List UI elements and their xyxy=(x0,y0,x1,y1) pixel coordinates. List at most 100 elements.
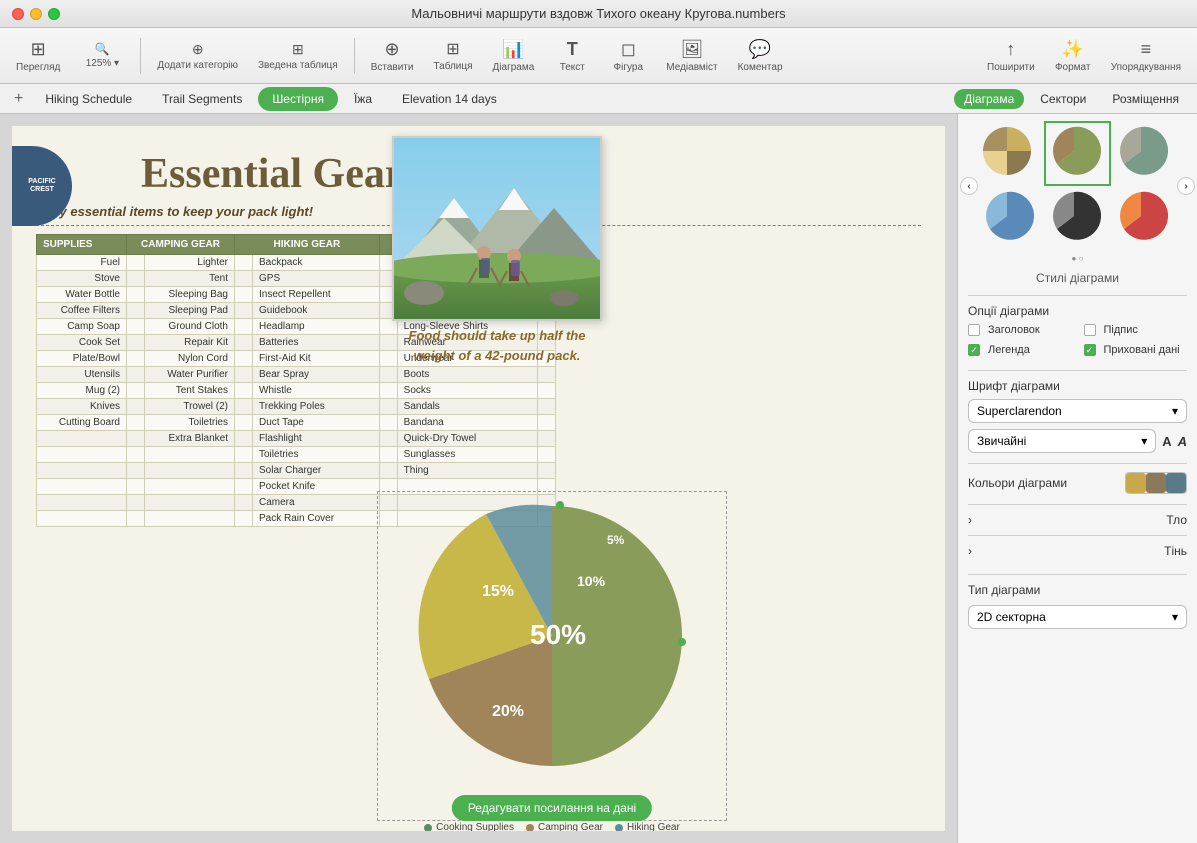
checkbox-cell[interactable] xyxy=(127,287,145,303)
checkbox-cell[interactable] xyxy=(235,399,253,415)
font-family-selector[interactable]: Superclarendon ▾ xyxy=(968,399,1187,423)
add-tab-button[interactable]: + xyxy=(8,90,29,108)
checkbox-cell[interactable] xyxy=(235,495,253,511)
checkbox-cell[interactable] xyxy=(127,335,145,351)
minimize-button[interactable] xyxy=(30,8,42,20)
checkbox-cell[interactable] xyxy=(235,351,253,367)
checkbox-cell[interactable] xyxy=(379,447,397,463)
toolbar-format[interactable]: ✨ Формат xyxy=(1047,35,1099,77)
color-swatches[interactable] xyxy=(1125,472,1187,494)
checkbox-cell[interactable] xyxy=(235,383,253,399)
checkbox-cell[interactable] xyxy=(127,511,145,527)
checkbox-cell[interactable] xyxy=(127,447,145,463)
checkbox-cell[interactable] xyxy=(127,463,145,479)
checkbox-cell[interactable] xyxy=(379,431,397,447)
checkbox-legend[interactable]: ✓ xyxy=(968,344,980,356)
color-swatch-3[interactable] xyxy=(1166,473,1186,493)
checkbox-cell[interactable] xyxy=(127,431,145,447)
toolbar-insert[interactable]: ⊕ Вставити xyxy=(363,35,422,77)
checkbox-cell[interactable] xyxy=(379,415,397,431)
checkbox-hidden-data[interactable]: ✓ xyxy=(1084,344,1096,356)
checkbox-cell[interactable] xyxy=(379,367,397,383)
checkbox-cell[interactable] xyxy=(235,511,253,527)
checkbox-cell[interactable] xyxy=(235,255,253,271)
shadow-header[interactable]: › Тінь xyxy=(968,544,1187,558)
tab-hiking-schedule[interactable]: Hiking Schedule xyxy=(31,87,146,111)
toolbar-view[interactable]: ⊞ Перегляд xyxy=(8,35,68,77)
nav-right-arrow[interactable]: › xyxy=(1177,177,1195,195)
checkbox-cell[interactable] xyxy=(538,447,556,463)
checkbox-cell[interactable] xyxy=(538,383,556,399)
tab-right-diagram[interactable]: Діаграма xyxy=(954,89,1024,109)
checkbox-cell[interactable] xyxy=(235,463,253,479)
toolbar-add-category[interactable]: ⊕ Додати категорію xyxy=(149,37,246,75)
checkbox-title[interactable] xyxy=(968,324,980,336)
chart-style-2[interactable] xyxy=(1047,124,1108,183)
checkbox-cell[interactable] xyxy=(235,431,253,447)
checkbox-cell[interactable] xyxy=(127,271,145,287)
checkbox-cell[interactable] xyxy=(127,255,145,271)
chart-style-3[interactable] xyxy=(1114,124,1175,183)
checkbox-cell[interactable] xyxy=(235,447,253,463)
chart-container[interactable]: 50% 20% 15% 10% 5% Редагувати посилання … xyxy=(377,491,727,821)
tab-right-placement[interactable]: Розміщення xyxy=(1102,89,1189,109)
close-button[interactable] xyxy=(12,8,24,20)
color-swatch-1[interactable] xyxy=(1126,473,1146,493)
checkbox-cell[interactable] xyxy=(127,367,145,383)
checkbox-cell[interactable] xyxy=(235,303,253,319)
edit-data-button[interactable]: Редагувати посилання на дані xyxy=(452,795,652,821)
checkbox-cell[interactable] xyxy=(127,319,145,335)
chart-type-selector[interactable]: 2D секторна ▾ xyxy=(968,605,1187,629)
checkbox-cell[interactable] xyxy=(127,495,145,511)
checkbox-cell[interactable] xyxy=(379,463,397,479)
toolbar-media[interactable]: 🖼 Медіавміст xyxy=(658,35,725,77)
font-bold-italic-button[interactable]: A xyxy=(1178,434,1187,449)
checkbox-cell[interactable] xyxy=(235,367,253,383)
toolbar-shape[interactable]: ◻ Фігура xyxy=(602,35,654,77)
chart-style-1[interactable] xyxy=(980,124,1041,183)
checkbox-cell[interactable] xyxy=(379,399,397,415)
tab-elevation[interactable]: Elevation 14 days xyxy=(388,87,511,111)
tab-right-sectors[interactable]: Сектори xyxy=(1030,89,1096,109)
maximize-button[interactable] xyxy=(48,8,60,20)
checkbox-cell[interactable] xyxy=(127,383,145,399)
color-swatch-2[interactable] xyxy=(1146,473,1166,493)
toolbar-zoom[interactable]: 🔍 125% ▾ xyxy=(72,38,132,73)
checkbox-cell[interactable] xyxy=(538,431,556,447)
toolbar-text[interactable]: T Текст xyxy=(546,35,598,77)
checkbox-cell[interactable] xyxy=(235,415,253,431)
toolbar-organize[interactable]: ≡ Упорядкування xyxy=(1103,35,1189,77)
checkbox-cell[interactable] xyxy=(127,415,145,431)
checkbox-cell[interactable] xyxy=(127,351,145,367)
checkbox-cell[interactable] xyxy=(538,463,556,479)
checkbox-cell[interactable] xyxy=(127,399,145,415)
checkbox-cell[interactable] xyxy=(127,479,145,495)
checkbox-cell[interactable] xyxy=(127,303,145,319)
checkbox-cell[interactable] xyxy=(235,479,253,495)
checkbox-cell[interactable] xyxy=(235,287,253,303)
toolbar-summary[interactable]: ⊞ Зведена таблиця xyxy=(250,37,346,75)
divider-3 xyxy=(968,463,1187,464)
checkbox-cell[interactable] xyxy=(235,335,253,351)
tab-shestirniya[interactable]: Шестірня xyxy=(258,87,338,111)
font-style-selector[interactable]: Звичайні ▾ xyxy=(968,429,1156,453)
chart-style-4[interactable] xyxy=(980,189,1041,248)
checkbox-cell[interactable] xyxy=(235,271,253,287)
checkbox-cell[interactable] xyxy=(379,383,397,399)
toolbar-share[interactable]: ↑ Поширити xyxy=(979,35,1043,77)
toolbar-table[interactable]: ⊞ Таблиця xyxy=(425,35,480,76)
checkbox-cell[interactable] xyxy=(235,319,253,335)
tab-izha[interactable]: Їжа xyxy=(340,87,386,111)
nav-left-arrow[interactable]: ‹ xyxy=(960,177,978,195)
checkbox-cell[interactable] xyxy=(538,367,556,383)
toolbar-chart[interactable]: 📊 Діаграма xyxy=(485,35,543,77)
chart-style-6[interactable] xyxy=(1114,189,1175,248)
toolbar-comment[interactable]: 💬 Коментар xyxy=(730,35,791,77)
checkbox-subtitle[interactable] xyxy=(1084,324,1096,336)
font-bold-button[interactable]: A xyxy=(1162,434,1171,449)
checkbox-cell[interactable] xyxy=(538,415,556,431)
checkbox-cell[interactable] xyxy=(538,399,556,415)
tab-trail-segments[interactable]: Trail Segments xyxy=(148,87,256,111)
background-header[interactable]: › Тло xyxy=(968,513,1187,527)
chart-style-5[interactable] xyxy=(1047,189,1108,248)
